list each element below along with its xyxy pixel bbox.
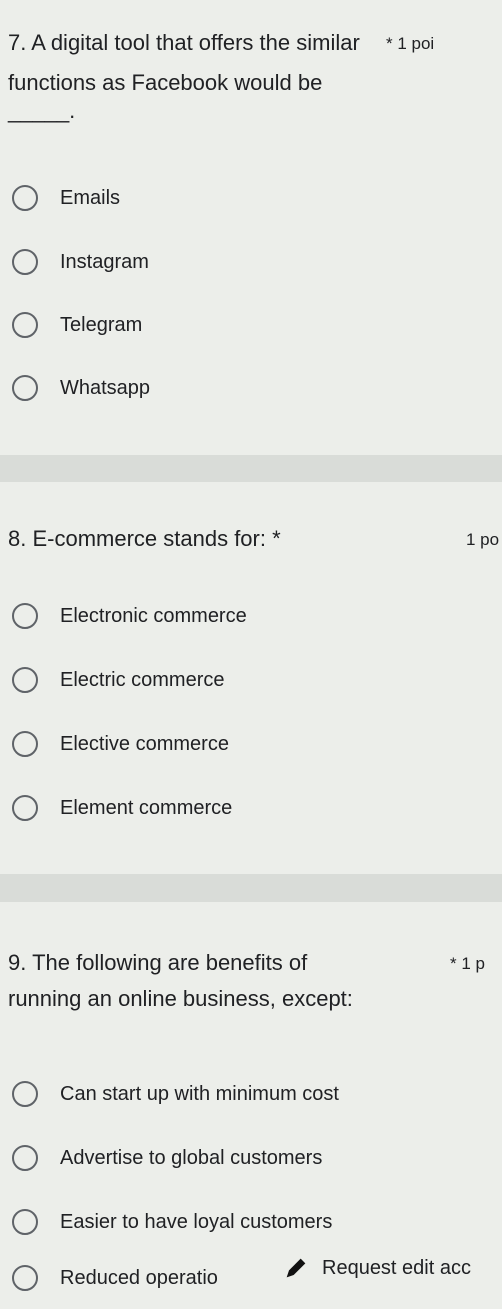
option-label: Can start up with minimum cost (60, 1082, 339, 1105)
radio-button[interactable] (12, 312, 38, 338)
option-label: Electric commerce (60, 668, 225, 691)
radio-button[interactable] (12, 1209, 38, 1235)
option-label: Advertise to global customers (60, 1146, 323, 1169)
radio-button[interactable] (12, 731, 38, 757)
question-card-7: 7. A digital tool that offers the simila… (0, 0, 502, 455)
question-title: 9. The following are benefits of (8, 950, 308, 975)
option-reduced-operation[interactable]: Reduced operatio (12, 1260, 218, 1296)
radio-button[interactable] (12, 667, 38, 693)
radio-button[interactable] (12, 1081, 38, 1107)
option-emails[interactable]: Emails (12, 180, 120, 216)
radio-button[interactable] (12, 603, 38, 629)
question-title: 8. E-commerce stands for: * (8, 526, 281, 551)
radio-button[interactable] (12, 249, 38, 275)
request-edit-access-button[interactable]: Request edit acc (282, 1254, 471, 1282)
option-electronic-commerce[interactable]: Electronic commerce (12, 598, 247, 634)
points-label: * 1 poi (386, 34, 435, 53)
option-telegram[interactable]: Telegram (12, 307, 142, 343)
option-label: Telegram (60, 313, 143, 336)
question-title: 7. A digital tool that offers the simila… (8, 30, 360, 55)
question-card-8: 8. E-commerce stands for: * 1 po Electro… (0, 482, 502, 874)
option-electric-commerce[interactable]: Electric commerce (12, 662, 224, 698)
option-elective-commerce[interactable]: Elective commerce (12, 726, 229, 762)
option-label: Emails (60, 186, 121, 209)
option-label: Elective commerce (60, 732, 229, 755)
option-label: Element commerce (60, 796, 233, 819)
question-title-cont: functions as Facebook would be (8, 70, 323, 95)
option-instagram[interactable]: Instagram (12, 244, 149, 280)
pencil-icon (286, 1258, 306, 1278)
option-label: Reduced operatio (60, 1266, 218, 1289)
option-global-customers[interactable]: Advertise to global customers (12, 1140, 322, 1176)
points-label: * 1 p (450, 954, 485, 973)
radio-button[interactable] (12, 185, 38, 211)
option-minimum-cost[interactable]: Can start up with minimum cost (12, 1076, 339, 1112)
question-title-cont: running an online business, except: (8, 986, 353, 1011)
question-blank: _____. (8, 98, 76, 123)
radio-button[interactable] (12, 795, 38, 821)
option-label: Instagram (60, 250, 149, 273)
option-element-commerce[interactable]: Element commerce (12, 790, 232, 826)
request-edit-access-label: Request edit acc (322, 1256, 471, 1279)
option-whatsapp[interactable]: Whatsapp (12, 370, 150, 406)
radio-button[interactable] (12, 1265, 38, 1291)
points-label: 1 po (466, 530, 500, 549)
option-label: Electronic commerce (60, 604, 247, 627)
radio-button[interactable] (12, 375, 38, 401)
radio-button[interactable] (12, 1145, 38, 1171)
option-label: Easier to have loyal customers (60, 1210, 333, 1233)
option-loyal-customers[interactable]: Easier to have loyal customers (12, 1204, 332, 1240)
option-label: Whatsapp (60, 376, 151, 399)
question-card-9: 9. The following are benefits of * 1 p r… (0, 902, 502, 1309)
